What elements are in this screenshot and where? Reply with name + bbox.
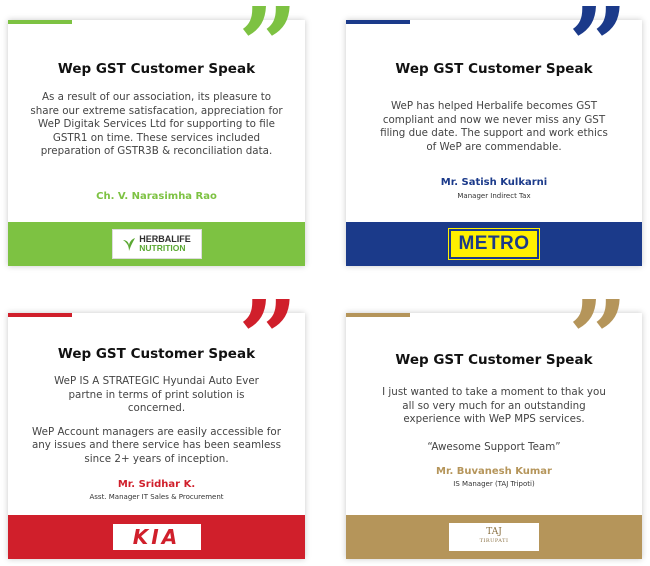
card-footer: METRO (346, 222, 642, 266)
reviewer-name: Ch. V. Narasimha Rao (96, 191, 217, 202)
card-body-text: As a result of our association, its plea… (30, 91, 283, 158)
herbalife-leaf-icon (123, 238, 136, 251)
card-body-text: WeP has helped Herbalife becomes GST com… (380, 100, 608, 153)
card-body: I just wanted to take a moment to thak y… (376, 386, 612, 454)
card-accent-bar (8, 313, 72, 317)
card-footer: TAJ TIRUPATI (346, 515, 642, 559)
quote-mark-icon: ” (568, 0, 628, 107)
metro-logo-text: METRO (458, 233, 530, 254)
taj-logo-line1: TAJ (486, 527, 502, 537)
card-body: As a result of our association, its plea… (30, 91, 283, 159)
card-accent-bar (346, 313, 410, 317)
card-body: WeP has helped Herbalife becomes GST com… (376, 100, 612, 154)
reviewer-role: Asst. Manager IT Sales & Procurement (89, 493, 224, 501)
herbalife-logo: HERBALIFE NUTRITION (111, 229, 202, 259)
card-body: WeP IS A STRATEGIC Hyundai Auto Ever par… (22, 375, 291, 467)
quote-mark-icon: ” (238, 0, 298, 107)
card-body-text: WeP Account managers are easily accessib… (31, 425, 282, 465)
testimonial-card-metro: ” Wep GST Customer Speak WeP has helped … (346, 0, 642, 266)
kia-logo: KIA (112, 524, 201, 550)
card-footer: HERBALIFE NUTRITION (8, 222, 305, 266)
testimonial-card-taj: ” Wep GST Customer Speak I just wanted t… (346, 287, 642, 559)
quote-mark-icon: ” (568, 277, 628, 400)
testimonial-card-kia: ” Wep GST Customer Speak WeP IS A STRATE… (8, 287, 305, 559)
card-title: Wep GST Customer Speak (57, 61, 256, 77)
card-footer: KIA (8, 515, 305, 559)
card-title: Wep GST Customer Speak (395, 352, 593, 368)
reviewer-role: Manager Indirect Tax (457, 192, 531, 200)
card-accent-bar (8, 20, 72, 24)
taj-logo: TAJ TIRUPATI (449, 523, 539, 551)
card-body-text: WeP IS A STRATEGIC Hyundai Auto Ever par… (54, 375, 259, 415)
card-body-quote: “Awesome Support Team” (427, 440, 561, 453)
card-title: Wep GST Customer Speak (57, 346, 256, 362)
reviewer-role: IS Manager (TAJ Tripoti) (453, 480, 535, 488)
taj-logo-line2: TIRUPATI (479, 538, 509, 544)
reviewer-name: Mr. Sridhar K. (117, 479, 196, 490)
testimonial-card-herbalife: ” Wep GST Customer Speak As a result of … (8, 0, 305, 266)
metro-logo: METRO (448, 228, 540, 260)
card-body-text: I just wanted to take a moment to thak y… (382, 386, 606, 426)
herbalife-logo-line2: NUTRITION (139, 243, 186, 253)
reviewer-name: Mr. Buvanesh Kumar (436, 466, 552, 477)
card-title: Wep GST Customer Speak (395, 61, 593, 77)
card-accent-bar (346, 20, 410, 24)
kia-logo-text: KIA (132, 525, 181, 549)
reviewer-name: Mr. Satish Kulkarni (440, 177, 548, 188)
